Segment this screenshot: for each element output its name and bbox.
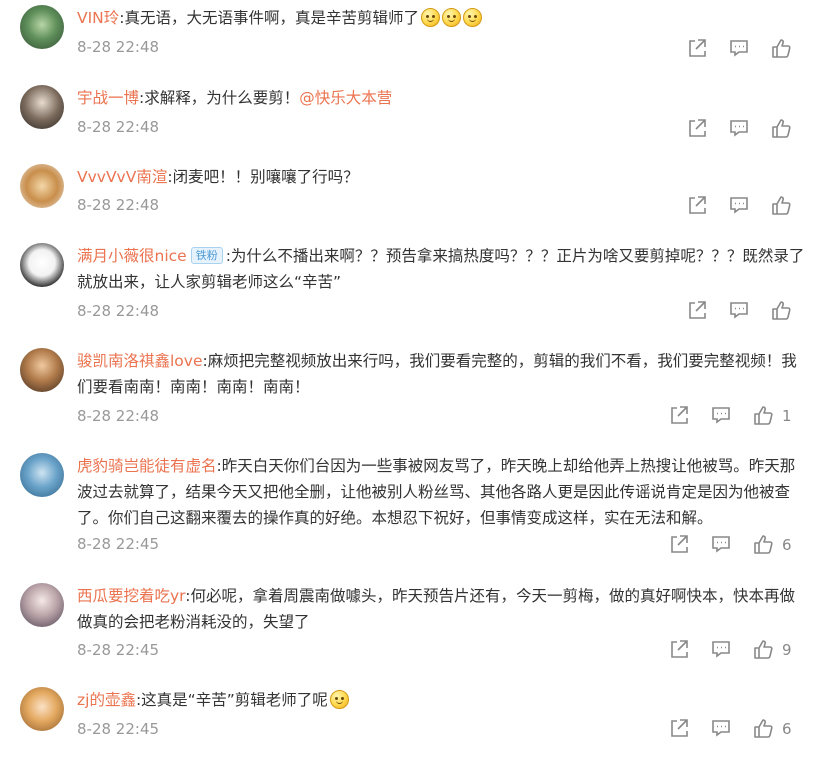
like-icon[interactable] <box>770 194 792 216</box>
comment-actions <box>686 299 806 323</box>
smile-emoji-icon <box>442 8 462 27</box>
smile-emoji-icon <box>463 8 483 27</box>
like-count: 1 <box>782 407 792 425</box>
like-icon[interactable] <box>752 404 774 426</box>
smile-emoji-icon <box>329 690 349 709</box>
comment-icon[interactable] <box>710 717 732 739</box>
comment-actions: 6 <box>668 717 798 741</box>
like-icon[interactable] <box>752 533 774 555</box>
comment-time: 8-28 22:48 <box>77 302 160 320</box>
like-icon[interactable] <box>770 299 792 321</box>
comment-time: 8-28 22:45 <box>77 535 160 553</box>
avatar[interactable] <box>20 5 64 49</box>
comment-actions <box>686 194 806 218</box>
comment-text: VIN玲:真无语，大无语事件啊，真是辛苦剪辑师了 <box>77 5 805 31</box>
comment-icon[interactable] <box>728 194 750 216</box>
comment-time: 8-28 22:48 <box>77 407 160 425</box>
avatar[interactable] <box>20 243 64 287</box>
comment-username[interactable]: 宇战一博 <box>77 89 139 107</box>
comment-text: zj的壶鑫:这真是“辛苦”剪辑老师了呢 <box>77 687 805 713</box>
comment-content: :何必呢，拿着周震南做噱头，昨天预告片还有，今天一剪梅，做的真好啊快本，快本再做… <box>77 587 796 631</box>
like-icon[interactable] <box>752 638 774 660</box>
comment-actions: 1 <box>668 404 798 428</box>
share-icon[interactable] <box>686 194 708 216</box>
avatar[interactable] <box>20 687 64 731</box>
comment-content: :求解释，为什么要剪！ <box>139 89 300 107</box>
comment-actions <box>686 37 806 61</box>
like-icon[interactable] <box>770 117 792 139</box>
mention-link[interactable]: @快乐大本营 <box>299 89 392 107</box>
share-icon[interactable] <box>668 638 690 660</box>
like-count: 6 <box>782 536 792 554</box>
like-icon[interactable] <box>752 717 774 739</box>
share-icon[interactable] <box>686 37 708 59</box>
comment-username[interactable]: 西瓜要挖着吃yr <box>77 587 185 605</box>
avatar[interactable] <box>20 583 64 627</box>
comment-username[interactable]: VIN玲 <box>77 9 119 27</box>
like-icon[interactable] <box>770 37 792 59</box>
comment-actions <box>686 117 806 141</box>
comment-text: VvvVvV南渲:闭麦吧！！别嚷嚷了行吗？ <box>77 164 805 190</box>
comment-username[interactable]: VvvVvV南渲 <box>77 168 167 186</box>
comment-time: 8-28 22:48 <box>77 118 160 136</box>
comment-content: :真无语，大无语事件啊，真是辛苦剪辑师了 <box>119 9 420 27</box>
avatar[interactable] <box>20 453 64 497</box>
avatar[interactable] <box>20 85 64 129</box>
share-icon[interactable] <box>686 299 708 321</box>
comment-actions: 9 <box>668 638 798 662</box>
comment-text: 宇战一博:求解释，为什么要剪！@快乐大本营 <box>77 85 805 111</box>
like-count: 6 <box>782 720 792 738</box>
comment-icon[interactable] <box>710 533 732 555</box>
comment-text: 西瓜要挖着吃yr:何必呢，拿着周震南做噱头，昨天预告片还有，今天一剪梅，做的真好… <box>77 583 805 635</box>
fan-badge[interactable]: 铁粉 <box>190 247 223 264</box>
smile-emoji-icon <box>421 8 441 27</box>
comment-icon[interactable] <box>710 404 732 426</box>
comment-username[interactable]: 满月小薇很nice <box>77 247 187 265</box>
comment-content: :闭麦吧！！别嚷嚷了行吗？ <box>167 168 359 186</box>
comment-time: 8-28 22:48 <box>77 38 160 56</box>
comment-content: :这真是“辛苦”剪辑老师了呢 <box>135 691 328 709</box>
share-icon[interactable] <box>668 533 690 555</box>
comment-username[interactable]: 虎豹骑岂能徒有虚名 <box>77 457 217 475</box>
comment-text: 骏凯南洛祺鑫love:麻烦把完整视频放出来行吗，我们要看完整的，剪辑的我们不看，… <box>77 348 805 400</box>
share-icon[interactable] <box>668 717 690 739</box>
comment-icon[interactable] <box>710 638 732 660</box>
share-icon[interactable] <box>686 117 708 139</box>
comment-time: 8-28 22:45 <box>77 720 160 738</box>
comment-text: 满月小薇很nice 铁粉:为什么不播出来啊？？预告拿来搞热度吗？？？正片为啥又要剪… <box>77 243 805 295</box>
comment-username[interactable]: zj的壶鑫 <box>77 691 136 709</box>
comment-icon[interactable] <box>728 299 750 321</box>
share-icon[interactable] <box>668 404 690 426</box>
avatar[interactable] <box>20 348 64 392</box>
comment-text: 虎豹骑岂能徒有虚名:昨天白天你们台因为一些事被网友骂了，昨天晚上却给他弄上热搜让… <box>77 453 805 531</box>
comment-actions: 6 <box>668 533 798 557</box>
comment-time: 8-28 22:45 <box>77 641 160 659</box>
comment-icon[interactable] <box>728 117 750 139</box>
avatar[interactable] <box>20 164 64 208</box>
like-count: 9 <box>782 641 792 659</box>
comment-time: 8-28 22:48 <box>77 196 160 214</box>
comment-icon[interactable] <box>728 37 750 59</box>
comment-username[interactable]: 骏凯南洛祺鑫love <box>77 352 203 370</box>
